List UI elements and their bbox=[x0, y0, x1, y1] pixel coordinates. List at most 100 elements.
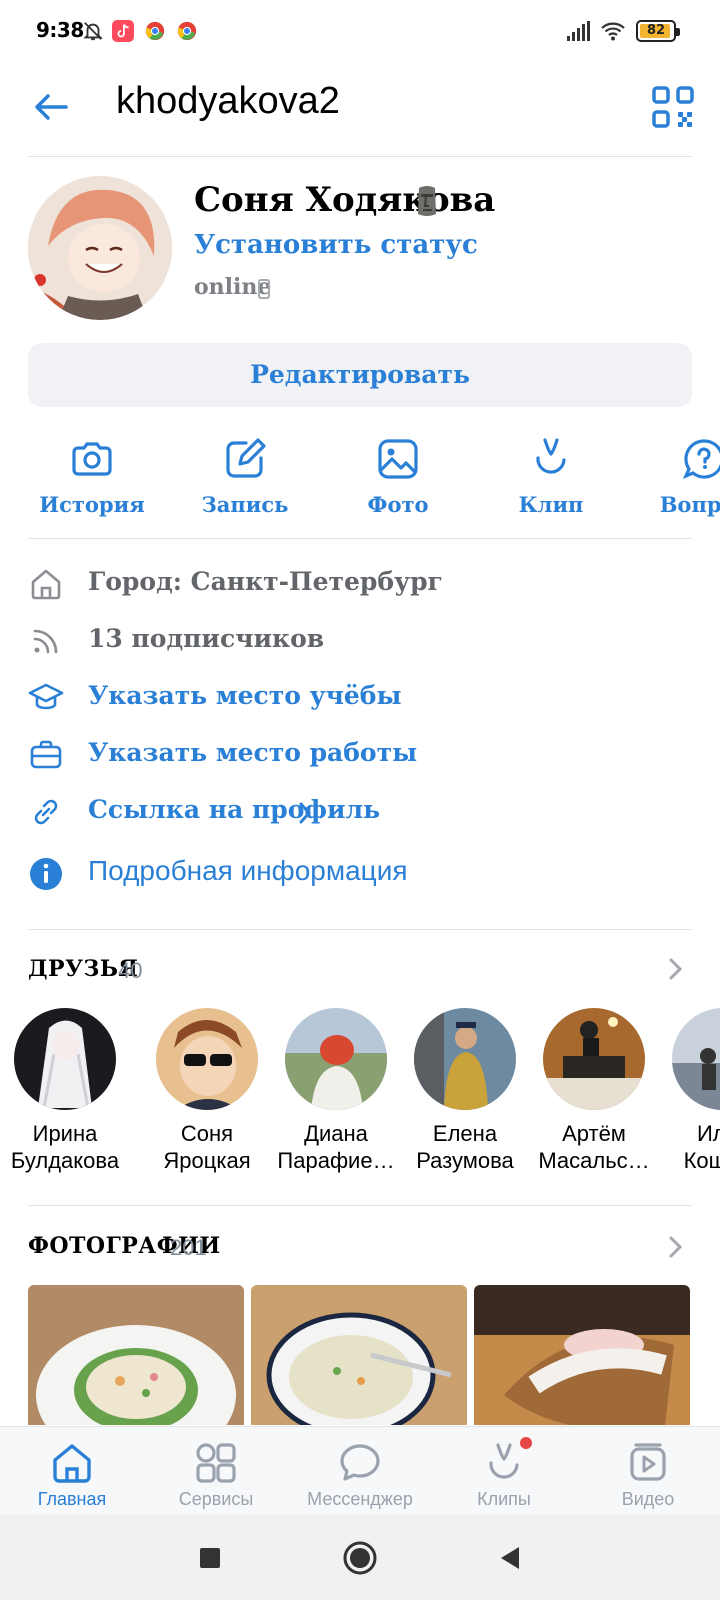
photo-thumbnail[interactable] bbox=[251, 1285, 467, 1425]
home-outline-icon bbox=[31, 569, 61, 600]
friends-divider bbox=[28, 1205, 692, 1206]
info-city: Город: Санкт-Петербург bbox=[0, 560, 720, 610]
edit-profile-button[interactable]: Редактировать bbox=[28, 343, 692, 407]
photo-thumbnail[interactable] bbox=[474, 1285, 690, 1425]
services-grid-icon bbox=[196, 1443, 236, 1483]
tiktok-icon bbox=[112, 20, 134, 42]
clips-icon bbox=[489, 1443, 519, 1479]
info-education[interactable]: Указать место учёбы bbox=[0, 674, 720, 724]
friends-list: Ирина Булдакова Соня Яроцкая Диана Параф… bbox=[0, 1008, 720, 1178]
tab-messenger-label: Мессенджер bbox=[307, 1489, 413, 1509]
status-bar: 9:38 82 bbox=[0, 0, 720, 60]
friend-last-name: Масальс… bbox=[538, 1148, 650, 1173]
friend-item[interactable]: Ирина Булдакова bbox=[0, 1008, 130, 1174]
actions-divider bbox=[28, 538, 692, 539]
photo-thumbnail[interactable] bbox=[28, 1285, 244, 1425]
friend-last-name: Кошаев bbox=[683, 1148, 720, 1173]
home-circle-icon[interactable] bbox=[340, 1538, 380, 1578]
info-icon bbox=[30, 858, 62, 890]
tab-video-label: Видео bbox=[621, 1489, 675, 1509]
battery-level: 82 bbox=[646, 23, 666, 38]
friend-item[interactable]: Илья Кошаев bbox=[658, 1008, 720, 1174]
action-question-label: Вопрос bbox=[659, 492, 720, 517]
action-post[interactable]: Запись bbox=[190, 430, 300, 517]
info-work-text: Указать место работы bbox=[88, 738, 418, 767]
info-details-text: Подробная информация bbox=[88, 855, 408, 886]
friend-first-name: Соня bbox=[180, 1121, 234, 1146]
friend-item[interactable]: Соня Яроцкая bbox=[142, 1008, 272, 1174]
qr-code-icon[interactable] bbox=[650, 84, 696, 130]
friend-avatar bbox=[543, 1008, 645, 1110]
action-post-label: Запись bbox=[201, 492, 289, 517]
tab-clips-label: Клипы bbox=[477, 1489, 531, 1509]
action-clip[interactable]: Клип bbox=[496, 430, 606, 517]
tab-home[interactable]: Главная bbox=[0, 1427, 144, 1515]
home-icon bbox=[53, 1444, 91, 1483]
info-followers[interactable]: 13 подписчиков bbox=[0, 617, 720, 667]
friend-avatar bbox=[156, 1008, 258, 1110]
rss-icon bbox=[33, 629, 58, 654]
graduation-cap-icon bbox=[28, 683, 64, 710]
friend-last-name: Парафие… bbox=[277, 1148, 395, 1173]
question-bubble-icon bbox=[682, 439, 720, 480]
signal-icon bbox=[567, 21, 590, 41]
friend-first-name: Диана bbox=[304, 1121, 368, 1146]
header-divider bbox=[28, 156, 692, 157]
set-status-link[interactable]: Установить статус bbox=[194, 230, 478, 260]
tab-services[interactable]: Сервисы bbox=[144, 1427, 288, 1515]
quick-actions: История Запись Фото Клип Вопрос bbox=[0, 430, 720, 530]
friend-avatar bbox=[414, 1008, 516, 1110]
back-triangle-icon[interactable] bbox=[490, 1538, 530, 1578]
info-details[interactable]: Подробная информация bbox=[0, 850, 720, 900]
status-time: 9:38 bbox=[36, 18, 84, 42]
photos-grid bbox=[28, 1285, 692, 1425]
friend-item[interactable]: Диана Парафие… bbox=[271, 1008, 401, 1174]
info-profile-link-text: Ссылка на профиль bbox=[88, 795, 381, 824]
action-story[interactable]: История bbox=[37, 430, 147, 517]
friend-first-name: Ирина bbox=[32, 1121, 98, 1146]
edit-square-icon bbox=[226, 438, 266, 478]
tab-video[interactable]: Видео bbox=[576, 1427, 720, 1515]
tab-messenger[interactable]: Мессенджер bbox=[288, 1427, 432, 1515]
briefcase-icon bbox=[30, 740, 62, 769]
friend-item[interactable]: Артём Масальс… bbox=[529, 1008, 659, 1174]
profile-username: khodyakova2 bbox=[116, 80, 340, 122]
clips-icon bbox=[536, 438, 566, 474]
camera-icon bbox=[72, 442, 112, 476]
avatar[interactable] bbox=[28, 176, 172, 320]
info-work[interactable]: Указать место работы bbox=[0, 731, 720, 781]
moai-emoji-icon bbox=[418, 186, 436, 216]
clips-notification-badge bbox=[520, 1437, 532, 1449]
action-photo-label: Фото bbox=[367, 492, 429, 517]
photos-count: 201 bbox=[170, 1235, 207, 1260]
tab-home-label: Главная bbox=[37, 1489, 107, 1509]
bell-muted-icon bbox=[83, 22, 103, 41]
chevron-right-icon bbox=[299, 802, 312, 824]
info-education-text: Указать место учёбы bbox=[88, 681, 402, 710]
friend-first-name: Елена bbox=[432, 1121, 498, 1146]
friend-item[interactable]: Елена Разумова bbox=[400, 1008, 530, 1174]
video-icon bbox=[630, 1443, 666, 1481]
action-story-label: История bbox=[39, 492, 145, 517]
bottom-tab-bar: Главная Сервисы Мессенджер Клипы Видео bbox=[0, 1426, 720, 1514]
tab-clips[interactable]: Клипы bbox=[432, 1427, 576, 1515]
action-photo[interactable]: Фото bbox=[343, 430, 453, 517]
phone-icon bbox=[258, 279, 270, 299]
friend-last-name: Разумова bbox=[416, 1148, 514, 1173]
friend-avatar bbox=[14, 1008, 116, 1110]
recents-square-icon[interactable] bbox=[190, 1538, 230, 1578]
action-question[interactable]: Вопрос bbox=[649, 430, 720, 517]
wifi-icon bbox=[601, 22, 625, 41]
photos-chevron-right-icon[interactable] bbox=[664, 1232, 688, 1262]
friends-count: 40 bbox=[118, 958, 143, 983]
friend-last-name: Булдакова bbox=[10, 1148, 120, 1173]
friend-avatar bbox=[285, 1008, 387, 1110]
chrome-icon bbox=[177, 21, 197, 41]
profile-header: khodyakova2 bbox=[0, 66, 720, 156]
info-profile-link[interactable]: Ссылка на профиль bbox=[0, 788, 720, 838]
friend-avatar bbox=[672, 1008, 720, 1110]
action-clip-label: Клип bbox=[518, 492, 584, 517]
link-icon bbox=[34, 799, 58, 825]
arrow-left-icon[interactable] bbox=[28, 84, 74, 130]
friends-chevron-right-icon[interactable] bbox=[664, 954, 688, 984]
